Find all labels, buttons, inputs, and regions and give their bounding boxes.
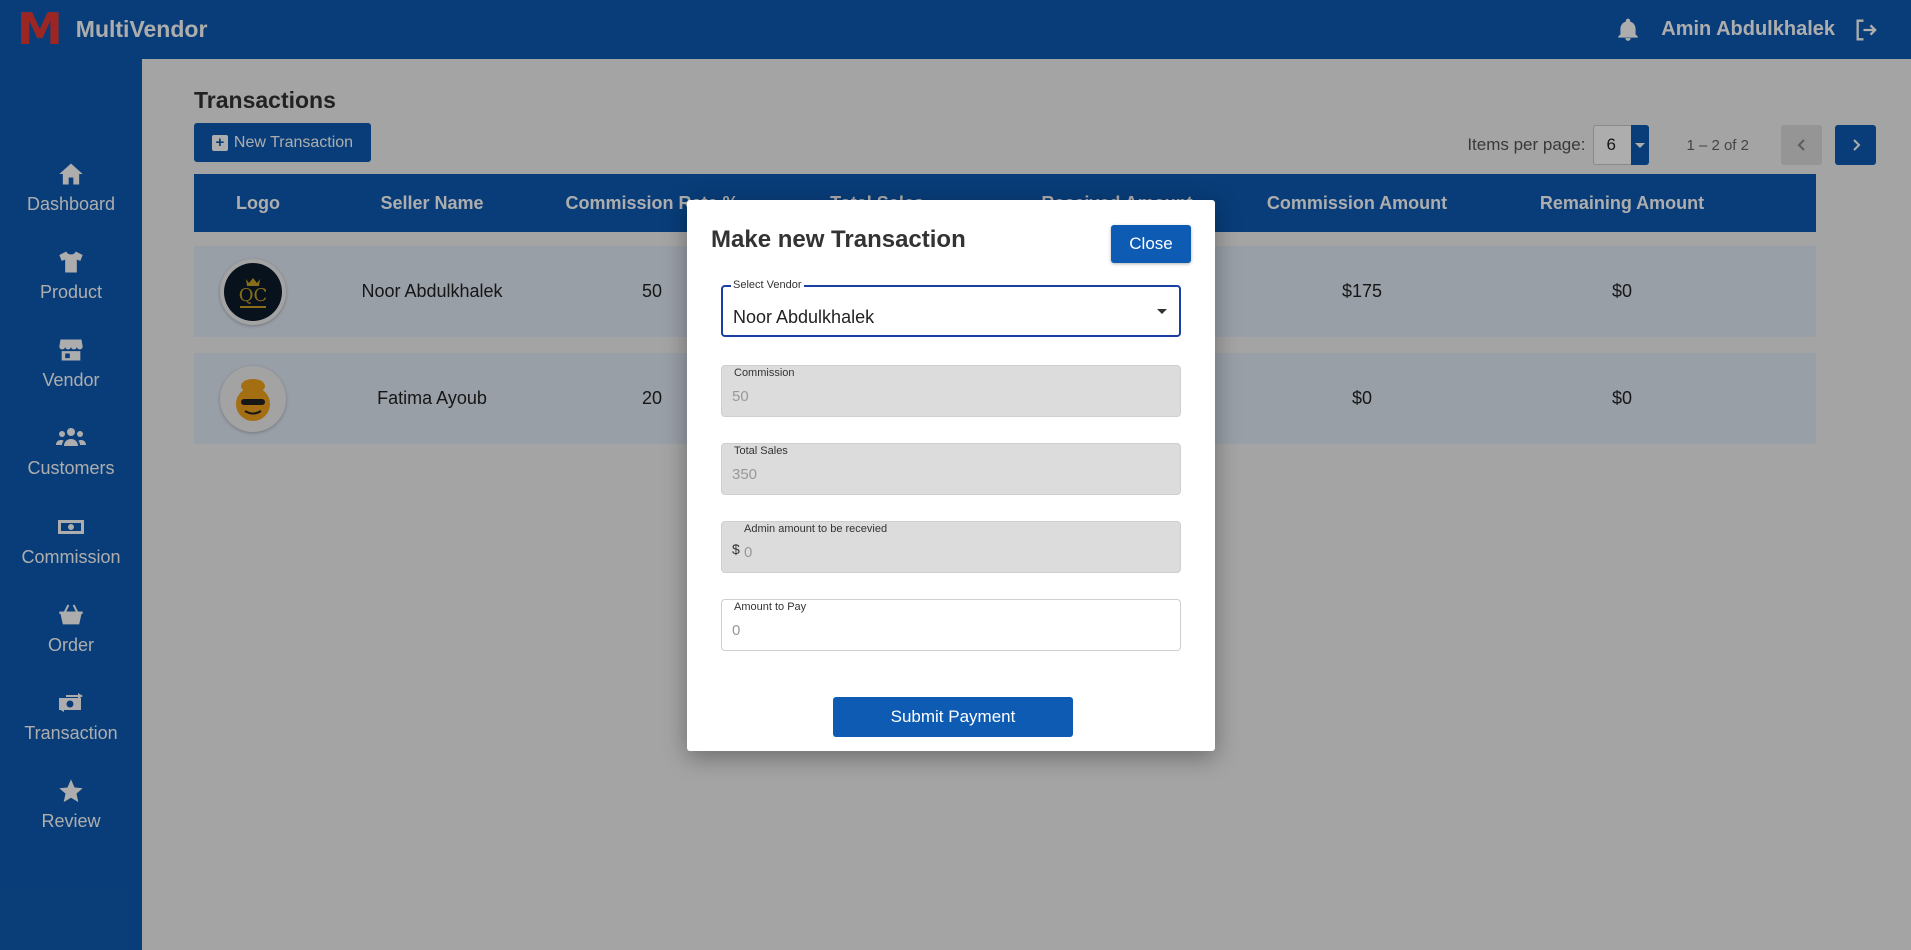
total-sales-label: Total Sales	[734, 445, 788, 457]
commission-value: 50	[732, 388, 749, 405]
total-sales-field: Total Sales 350	[721, 443, 1181, 495]
currency-prefix: $	[732, 541, 740, 557]
admin-amount-value: 0	[744, 544, 753, 561]
vendor-select-value: Noor Abdulkhalek	[733, 307, 875, 327]
admin-amount-field: Admin amount to be recevied $ 0	[721, 521, 1181, 573]
amount-to-pay-value: 0	[732, 622, 741, 639]
submit-payment-button[interactable]: Submit Payment	[833, 697, 1073, 737]
commission-field: Commission 50	[721, 365, 1181, 417]
amount-to-pay-label: Amount to Pay	[734, 601, 807, 613]
commission-label: Commission	[734, 367, 795, 379]
amount-to-pay-field[interactable]: Amount to Pay 0	[721, 599, 1181, 651]
dialog-title: Make new Transaction	[711, 226, 966, 253]
total-sales-value: 350	[732, 466, 758, 483]
close-button[interactable]: Close	[1111, 225, 1191, 263]
vendor-select-label: Select Vendor	[731, 279, 804, 291]
new-transaction-dialog: Make new Transaction Close Select Vendor…	[687, 200, 1215, 751]
chevron-down-icon	[1157, 309, 1167, 314]
vendor-select[interactable]: Select Vendor Noor Abdulkhalek	[721, 279, 1181, 337]
admin-amount-label: Admin amount to be recevied	[744, 523, 888, 535]
